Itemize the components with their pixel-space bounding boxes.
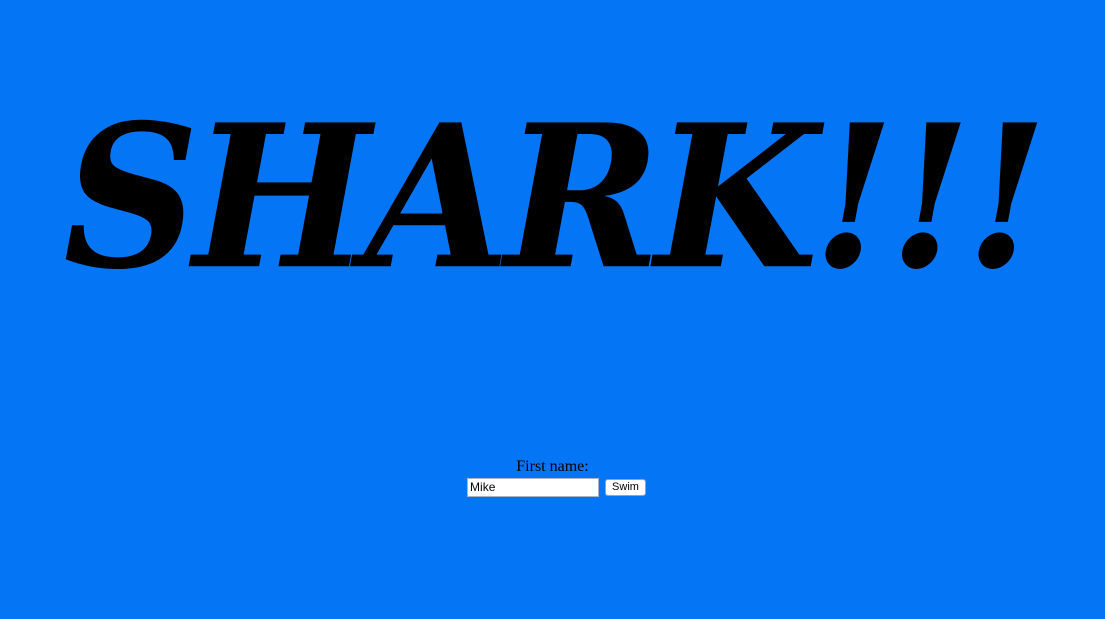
first-name-label: First name: <box>516 458 589 475</box>
form-row: Swim <box>467 477 646 497</box>
first-name-form: First name: Swim <box>0 457 1105 497</box>
page-title: SHARK!!! <box>63 81 1047 314</box>
first-name-input[interactable] <box>467 477 600 497</box>
page: SHARK!!! First name: Swim <box>0 0 1105 619</box>
swim-button[interactable]: Swim <box>605 478 646 496</box>
